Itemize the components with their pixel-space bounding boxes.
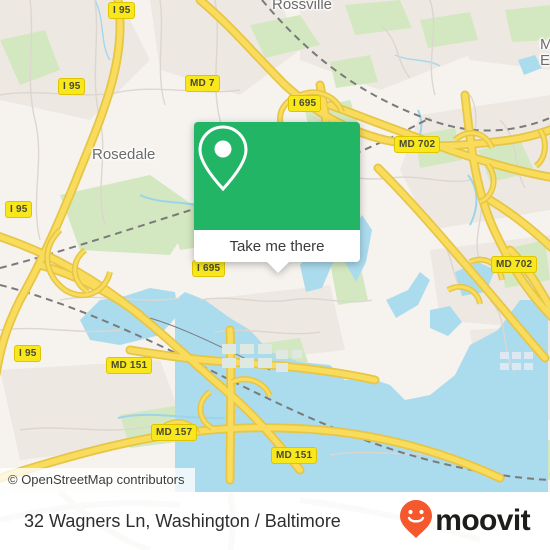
take-me-there-label: Take me there	[229, 237, 325, 255]
road-shield: MD 157	[151, 424, 198, 441]
moovit-smiley-pin-icon	[399, 499, 433, 544]
moovit-map-screenshot: Rossville Rosedale M E I 95 MD 7 I 95 I …	[0, 0, 550, 550]
road-shield: I 695	[192, 260, 226, 277]
place-label-m-clipped: M	[540, 36, 550, 53]
address-title: 32 Wagners Ln, Washington / Baltimore	[24, 510, 341, 531]
place-label-e-clipped: E	[540, 52, 550, 69]
road-shield: MD 151	[106, 357, 153, 374]
road-shield: I 95	[14, 345, 42, 362]
moovit-logo[interactable]: moovit	[399, 499, 531, 544]
road-shield: I 95	[5, 201, 33, 218]
road-shield: MD 702	[394, 136, 441, 153]
callout-header	[194, 122, 360, 230]
callout-pointer-tail	[267, 262, 289, 273]
road-shield: I 95	[108, 2, 136, 19]
take-me-there-button[interactable]: Take me there	[194, 230, 360, 262]
location-callout-card[interactable]: Take me there	[194, 122, 360, 273]
road-shield: MD 702	[491, 256, 538, 273]
road-shield: I 695	[288, 95, 322, 112]
moovit-wordmark: moovit	[435, 504, 530, 537]
map-canvas[interactable]: Rossville Rosedale M E I 95 MD 7 I 95 I …	[0, 0, 550, 492]
road-shield: MD 7	[185, 75, 220, 92]
footer-bar: 32 Wagners Ln, Washington / Baltimore mo…	[0, 492, 550, 550]
road-shield: I 95	[58, 78, 86, 95]
road-shield: MD 151	[271, 447, 318, 464]
place-label-rosedale: Rosedale	[92, 146, 156, 163]
place-label-rossville: Rossville	[272, 0, 333, 13]
osm-attribution[interactable]: © OpenStreetMap contributors	[0, 468, 195, 492]
